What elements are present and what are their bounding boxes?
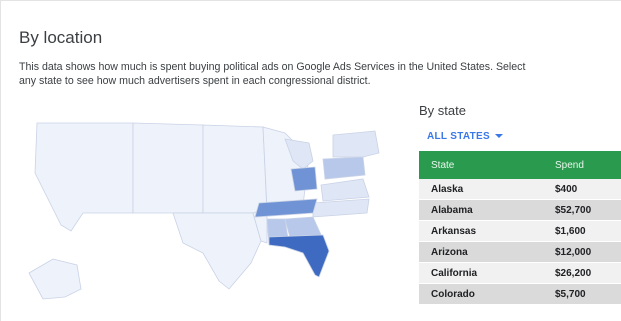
caret-down-icon — [495, 134, 503, 139]
table-row[interactable]: Alabama $52,700 — [419, 200, 621, 221]
state-cell: Alabama — [419, 200, 543, 221]
table-row[interactable]: Alaska $400 — [419, 179, 621, 200]
all-states-label: ALL STATES — [427, 131, 490, 142]
column-header-state[interactable]: State — [419, 160, 543, 171]
spend-cell: $12,000 — [543, 242, 621, 263]
state-cell: Arizona — [419, 242, 543, 263]
map-region-mountain[interactable] — [132, 122, 204, 214]
section-description: This data shows how much is spent buying… — [19, 61, 526, 87]
spend-cell: $26,200 — [543, 263, 621, 284]
spend-cell: $1,600 — [543, 221, 621, 242]
section-title: By location — [19, 28, 103, 47]
spend-cell: $400 — [543, 179, 621, 200]
map-state-north-carolina[interactable] — [312, 198, 370, 218]
table-header: State Spend — [419, 151, 621, 179]
spend-cell: $52,700 — [543, 200, 621, 221]
state-cell: Colorado — [419, 284, 543, 305]
state-spend-table: State Spend Alaska $400 Alabama $52,700 … — [419, 151, 621, 305]
map-state-virginia[interactable] — [320, 178, 370, 202]
us-states-map[interactable] — [23, 113, 405, 305]
map-region-alaska[interactable] — [28, 258, 82, 300]
state-cell: California — [419, 263, 543, 284]
by-state-title: By state — [419, 103, 466, 118]
map-state-new-york[interactable] — [332, 130, 380, 158]
column-header-spend[interactable]: Spend — [543, 160, 621, 171]
map-state-florida[interactable] — [268, 234, 330, 278]
state-cell: Arkansas — [419, 221, 543, 242]
location-card: By location This data shows how much is … — [0, 0, 621, 321]
state-cell: Alaska — [419, 179, 543, 200]
map-region-texas[interactable] — [172, 212, 262, 290]
map-state-ohio[interactable] — [290, 166, 318, 192]
table-row[interactable]: Arkansas $1,600 — [419, 221, 621, 242]
table-row[interactable]: Arizona $12,000 — [419, 242, 621, 263]
table-row[interactable]: Colorado $5,700 — [419, 284, 621, 305]
map-region-plains[interactable] — [202, 124, 268, 214]
table-row[interactable]: California $26,200 — [419, 263, 621, 284]
map-state-pennsylvania[interactable] — [322, 156, 366, 180]
spend-cell: $5,700 — [543, 284, 621, 305]
all-states-dropdown[interactable]: ALL STATES — [427, 131, 503, 142]
map-region-west[interactable] — [34, 122, 134, 232]
